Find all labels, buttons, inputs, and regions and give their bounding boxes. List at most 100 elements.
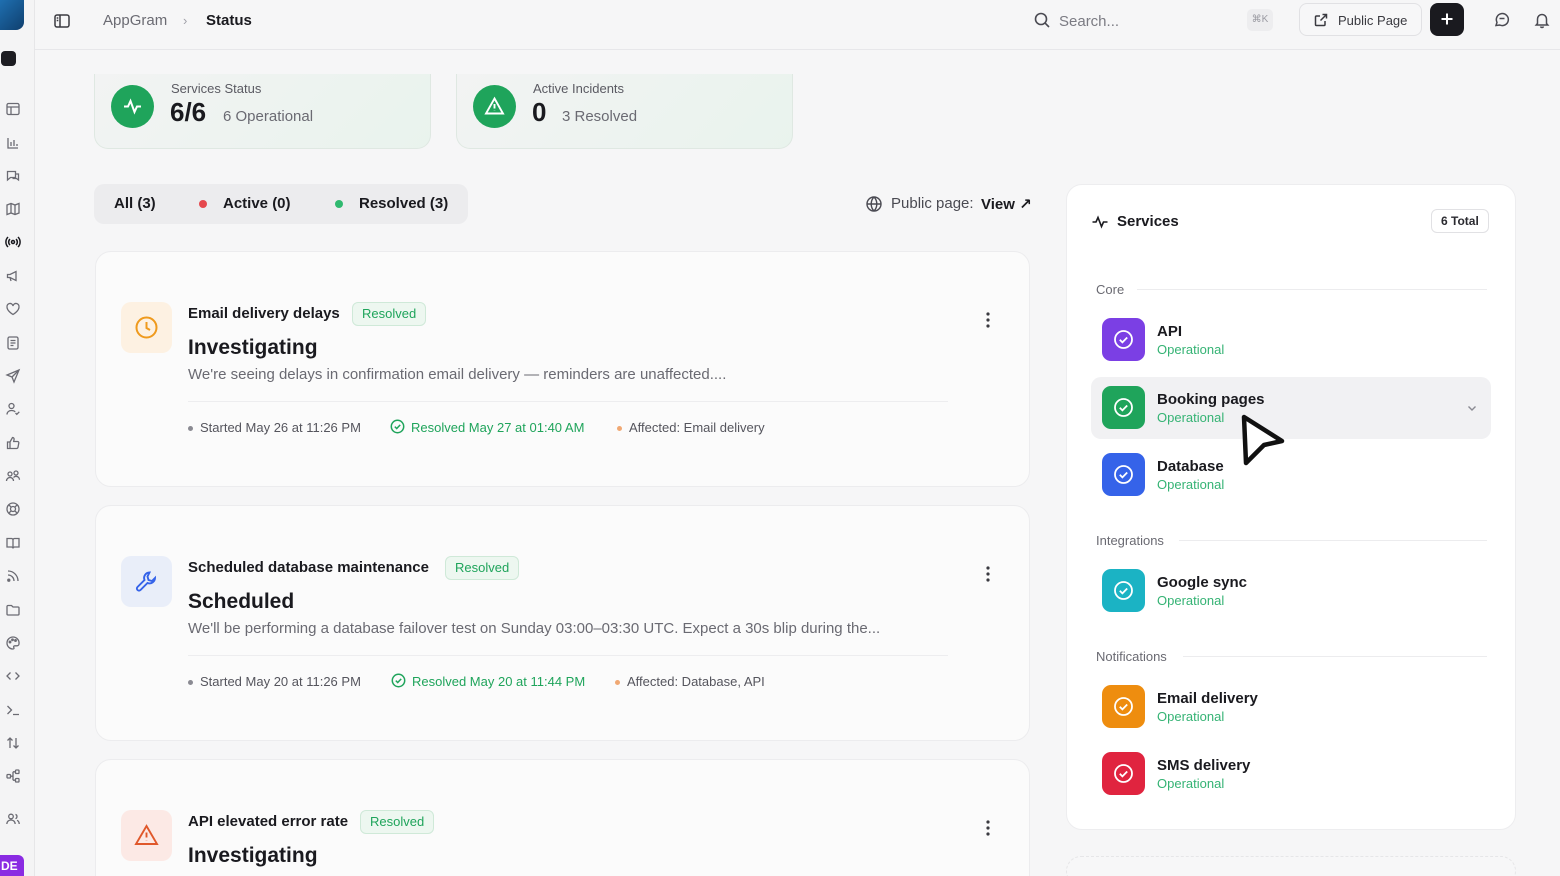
service-item-email-delivery[interactable]: Email delivery Operational bbox=[1091, 676, 1491, 738]
service-item-api[interactable]: API Operational bbox=[1091, 309, 1491, 371]
mouse-cursor-icon bbox=[1241, 414, 1285, 466]
palette-icon[interactable] bbox=[5, 635, 21, 651]
incident-title[interactable]: API elevated error rate bbox=[188, 813, 348, 830]
services-status-card: Services Status 6/6 6 Operational bbox=[94, 74, 431, 149]
more-options-icon[interactable] bbox=[980, 818, 996, 838]
terminal-icon[interactable] bbox=[5, 702, 21, 718]
status-broadcast-icon[interactable] bbox=[5, 234, 21, 250]
app-logo[interactable] bbox=[0, 0, 24, 30]
heart-icon[interactable] bbox=[5, 301, 21, 317]
plus-icon bbox=[1441, 13, 1453, 25]
send-icon[interactable] bbox=[5, 368, 21, 384]
more-options-icon[interactable] bbox=[980, 564, 996, 584]
rss-icon[interactable] bbox=[5, 568, 21, 584]
team-icon[interactable] bbox=[5, 468, 21, 484]
user-avatar[interactable]: DE bbox=[0, 855, 24, 876]
sidebar-toggle-icon[interactable] bbox=[53, 12, 71, 30]
service-item-sms-delivery[interactable]: SMS delivery Operational bbox=[1091, 743, 1491, 805]
incident-affected: Affected: Email delivery bbox=[629, 420, 765, 435]
incident-description: We're seeing delays in confirmation emai… bbox=[188, 366, 727, 383]
service-status: Operational bbox=[1157, 477, 1225, 492]
active-incidents-card: Active Incidents 0 3 Resolved bbox=[456, 74, 793, 149]
bullet bbox=[188, 680, 193, 685]
notes-icon[interactable] bbox=[5, 335, 21, 351]
active-dot bbox=[199, 200, 207, 208]
check-circle-icon bbox=[1102, 685, 1145, 728]
incident-state: Investigating bbox=[188, 336, 318, 359]
service-status: Operational bbox=[1157, 342, 1225, 357]
tab-active[interactable]: Active (0) bbox=[223, 195, 291, 212]
service-status: Operational bbox=[1157, 593, 1225, 608]
search-box[interactable]: ⌘K bbox=[1033, 8, 1278, 34]
activity-icon bbox=[1092, 215, 1108, 229]
tab-resolved[interactable]: Resolved (3) bbox=[359, 195, 448, 212]
breadcrumb-app[interactable]: AppGram bbox=[103, 12, 167, 29]
group-label-integrations: Integrations bbox=[1096, 533, 1164, 548]
chevron-down-icon[interactable] bbox=[1465, 401, 1479, 415]
page-title: Status bbox=[206, 12, 252, 29]
check-circle-icon bbox=[1102, 386, 1145, 429]
service-item-google-sync[interactable]: Google sync Operational bbox=[1091, 560, 1491, 622]
public-page-view-link[interactable]: View ↗ bbox=[981, 195, 1032, 213]
sort-icon[interactable] bbox=[5, 735, 21, 751]
search-input[interactable] bbox=[1059, 10, 1244, 32]
add-button[interactable] bbox=[1430, 3, 1464, 36]
check-circle-icon bbox=[390, 419, 405, 434]
chat-icon[interactable] bbox=[1493, 11, 1511, 29]
service-status: Operational bbox=[1157, 776, 1225, 791]
map-icon[interactable] bbox=[5, 201, 21, 217]
wrench-icon bbox=[121, 556, 172, 607]
tab-all[interactable]: All (3) bbox=[114, 195, 156, 212]
support-icon[interactable] bbox=[5, 501, 21, 517]
incident-card[interactable]: API elevated error rate Resolved Investi… bbox=[95, 759, 1030, 876]
clock-icon bbox=[121, 302, 172, 353]
service-item-booking-pages[interactable]: Booking pages Operational bbox=[1091, 377, 1491, 439]
thumbs-up-icon[interactable] bbox=[5, 435, 21, 451]
warning-icon bbox=[121, 810, 172, 861]
folder-icon[interactable] bbox=[5, 602, 21, 618]
more-options-icon[interactable] bbox=[980, 310, 996, 330]
services-status-caption: Services Status bbox=[171, 81, 262, 96]
workflow-icon[interactable] bbox=[5, 768, 21, 784]
bell-icon[interactable] bbox=[1533, 11, 1551, 29]
incident-card[interactable]: Scheduled database maintenance Resolved … bbox=[95, 505, 1030, 741]
incident-started: Started May 26 at 11:26 PM bbox=[200, 420, 361, 435]
analytics-icon[interactable] bbox=[5, 135, 21, 151]
divider bbox=[188, 655, 948, 656]
services-title: Services bbox=[1117, 213, 1179, 230]
calendar-icon[interactable] bbox=[5, 101, 21, 117]
users-icon[interactable] bbox=[5, 811, 21, 827]
workspace-icon[interactable] bbox=[1, 51, 16, 66]
megaphone-icon[interactable] bbox=[5, 268, 21, 284]
active-incidents-sub: 3 Resolved bbox=[562, 108, 638, 125]
public-page-button[interactable]: Public Page bbox=[1299, 3, 1422, 36]
incident-started: Started May 20 at 11:26 PM bbox=[200, 674, 361, 689]
incident-filter-tabs: All (3) Active (0) Resolved (3) bbox=[94, 184, 468, 224]
service-status: Operational bbox=[1157, 410, 1225, 425]
divider bbox=[1183, 656, 1487, 657]
service-name: SMS delivery bbox=[1157, 757, 1251, 774]
code-icon[interactable] bbox=[5, 668, 21, 684]
check-circle-icon bbox=[1102, 752, 1145, 795]
incident-title[interactable]: Scheduled database maintenance bbox=[188, 559, 429, 576]
divider bbox=[1137, 289, 1487, 290]
user-check-icon[interactable] bbox=[5, 401, 21, 417]
activity-icon bbox=[111, 85, 154, 128]
service-name: API bbox=[1157, 323, 1183, 340]
service-name: Email delivery bbox=[1157, 690, 1258, 707]
check-circle-icon bbox=[1102, 569, 1145, 612]
resolved-dot bbox=[335, 200, 343, 208]
search-icon bbox=[1034, 12, 1050, 28]
messages-icon[interactable] bbox=[5, 168, 21, 184]
incident-title[interactable]: Email delivery delays bbox=[188, 305, 340, 322]
service-item-database[interactable]: Database Operational bbox=[1091, 444, 1491, 506]
incident-resolved: Resolved May 27 at 01:40 AM bbox=[411, 420, 585, 435]
service-status: Operational bbox=[1157, 709, 1225, 724]
bullet bbox=[615, 680, 620, 685]
divider bbox=[188, 401, 948, 402]
status-badge: Resolved bbox=[352, 302, 427, 326]
incident-card[interactable]: Email delivery delays Resolved Investiga… bbox=[95, 251, 1030, 487]
book-icon[interactable] bbox=[5, 535, 21, 551]
divider bbox=[1179, 540, 1487, 541]
active-incidents-caption: Active Incidents bbox=[533, 81, 625, 96]
